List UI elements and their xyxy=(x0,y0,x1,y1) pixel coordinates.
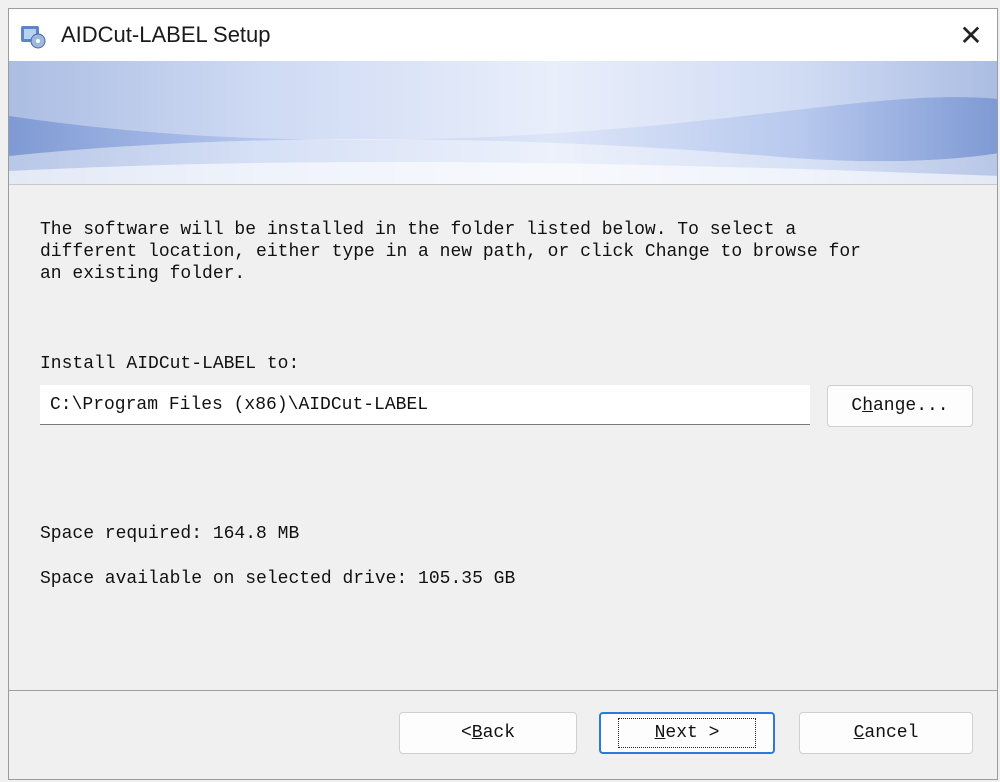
instructions-text: The software will be installed in the fo… xyxy=(40,220,861,284)
cancel-button-text-post: ancel xyxy=(864,723,919,743)
footer-divider xyxy=(9,690,997,691)
change-button-text-post: ange... xyxy=(873,396,949,416)
close-button[interactable]: ✕ xyxy=(945,9,997,61)
back-button-text-pre: < xyxy=(460,723,472,743)
setup-window: AIDCut-LABEL Setup ✕ The software will b… xyxy=(8,8,998,780)
space-required-text: Space required: 164.8 MB xyxy=(40,524,300,544)
banner-wave-graphic xyxy=(9,61,997,184)
close-icon[interactable]: ✕ xyxy=(959,19,982,52)
next-button-focus-rect: Next > xyxy=(617,718,757,748)
window-title: AIDCut-LABEL Setup xyxy=(61,22,271,47)
back-button-accel: B xyxy=(471,723,483,743)
change-button[interactable]: Ch ange... xyxy=(827,385,973,427)
space-available-text: Space available on selected drive: 105.3… xyxy=(40,569,516,589)
back-button-text-post: ack xyxy=(482,723,516,743)
title-bar: AIDCut-LABEL Setup ✕ xyxy=(9,9,997,61)
installer-icon xyxy=(19,23,47,49)
install-location-label: Install AIDCut-LABEL to: xyxy=(40,354,300,374)
cancel-button[interactable]: Cancel xyxy=(799,712,973,754)
header-banner xyxy=(9,61,997,185)
change-button-accel: h xyxy=(862,396,873,416)
back-button[interactable]: < Back xyxy=(399,712,577,754)
change-button-text-pre: C xyxy=(851,396,863,416)
next-button-text-post: ext > xyxy=(665,723,720,743)
install-path-input[interactable] xyxy=(40,385,810,425)
next-button-accel: N xyxy=(654,723,666,743)
cancel-button-accel: C xyxy=(853,723,865,743)
next-button[interactable]: Next > xyxy=(599,712,775,754)
